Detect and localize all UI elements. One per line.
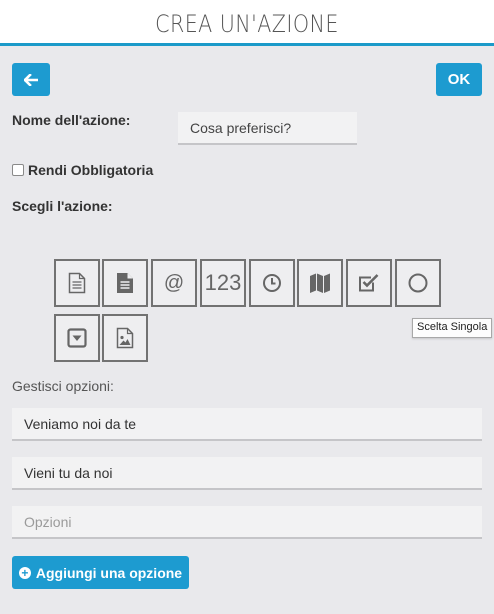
action-type-text[interactable] xyxy=(54,259,100,307)
plus-circle-icon: + xyxy=(18,566,31,579)
action-name-label: Nome dell'azione: xyxy=(12,112,131,128)
image-icon xyxy=(116,327,134,349)
required-checkbox[interactable] xyxy=(12,164,24,176)
action-type-image[interactable] xyxy=(102,314,148,362)
filled-document-icon xyxy=(117,273,133,293)
action-type-dropdown[interactable] xyxy=(54,314,100,362)
option-field-2[interactable] xyxy=(12,457,482,490)
checkbox-icon xyxy=(359,274,379,292)
page-title: CREA UN'AZIONE xyxy=(155,10,339,38)
new-option-field[interactable] xyxy=(12,506,482,539)
email-at-icon: @ xyxy=(163,271,185,294)
add-option-label: Aggiungi una opzione xyxy=(35,564,183,581)
header-bar: CREA UN'AZIONE xyxy=(0,0,494,46)
arrow-left-icon xyxy=(24,73,38,86)
required-toggle[interactable]: Rendi Obbligatoria xyxy=(12,162,153,178)
add-option-button[interactable]: + Aggiungi una opzione xyxy=(12,556,189,589)
required-label: Rendi Obbligatoria xyxy=(28,162,154,178)
manage-options-label: Gestisci opzioni: xyxy=(12,378,114,394)
action-type-email[interactable]: @ xyxy=(151,259,197,307)
tooltip: Scelta Singola xyxy=(412,318,493,338)
action-type-number[interactable]: 123 xyxy=(200,259,246,307)
map-icon xyxy=(310,273,330,293)
text-document-icon xyxy=(68,272,86,294)
action-name-input[interactable] xyxy=(178,112,357,145)
action-type-map[interactable] xyxy=(297,259,343,307)
action-type-multiple-choice[interactable] xyxy=(346,259,392,307)
clock-icon xyxy=(263,274,281,292)
number-icon: 123 xyxy=(204,270,242,295)
action-type-single-choice[interactable] xyxy=(395,259,441,307)
back-button[interactable] xyxy=(12,63,50,96)
dropdown-icon xyxy=(67,328,87,348)
choose-action-label: Scegli l'azione: xyxy=(12,198,113,214)
radio-circle-icon xyxy=(408,273,428,293)
ok-button[interactable]: OK xyxy=(436,63,482,96)
action-type-long-text[interactable] xyxy=(102,259,148,307)
action-type-time[interactable] xyxy=(249,259,295,307)
option-field-1[interactable] xyxy=(12,408,482,441)
